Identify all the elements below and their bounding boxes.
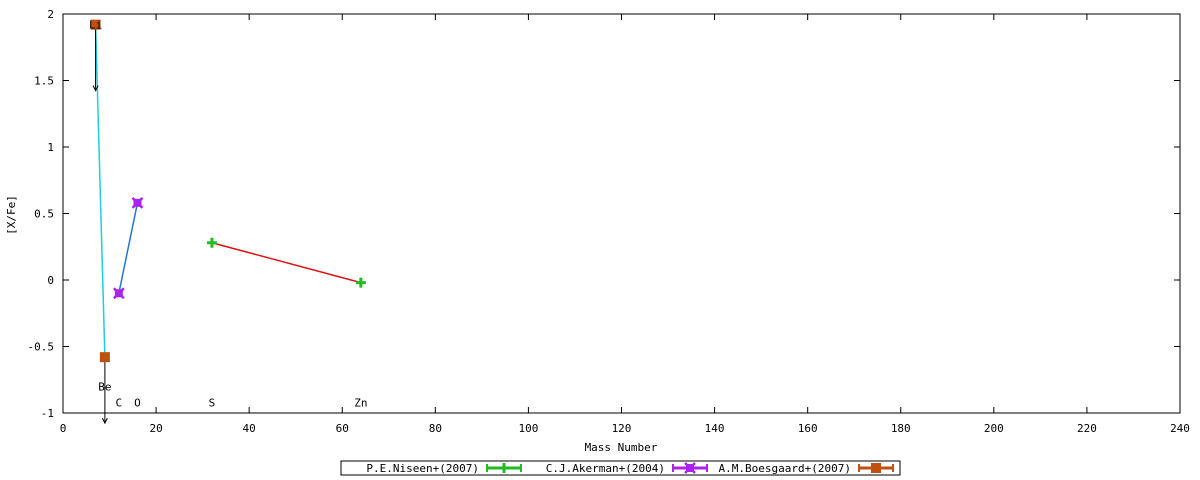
element-label: O bbox=[134, 396, 141, 409]
x-tick-label: 120 bbox=[612, 422, 632, 435]
series-lines bbox=[94, 24, 362, 358]
y-tick-label: 1 bbox=[47, 141, 54, 154]
element-label: Li bbox=[89, 19, 102, 32]
series-markers bbox=[90, 19, 366, 363]
plot-frame bbox=[62, 13, 1181, 414]
series-line bbox=[118, 202, 139, 294]
x-tick-label: 160 bbox=[798, 422, 818, 435]
legend: P.E.Niseen+(2007) C.J.Akerman+(2004) A.M.B… bbox=[340, 460, 901, 476]
y-tick-label: -0.5 bbox=[28, 341, 55, 354]
x-tick-label: 80 bbox=[429, 422, 442, 435]
element-label: Be bbox=[98, 380, 111, 393]
legend-marker bbox=[684, 462, 696, 474]
legend-label: P.E.Niseen+(2007) bbox=[366, 462, 479, 475]
series-line bbox=[94, 24, 106, 358]
upper-limit-arrows bbox=[92, 24, 108, 425]
y-tick-label: 0.5 bbox=[34, 208, 54, 221]
x-tick-label: 220 bbox=[1077, 422, 1097, 435]
x-axis-ticks: 0 20 40 60 80 100 120 140 160 180 200 220 240 bbox=[60, 14, 1190, 435]
x-tick-label: 100 bbox=[518, 422, 538, 435]
marker-square bbox=[99, 352, 110, 363]
x-axis-label: Mass Number bbox=[585, 441, 658, 454]
x-tick-label: 40 bbox=[243, 422, 256, 435]
legend-label: A.M.Boesgaard+(2007) bbox=[719, 462, 851, 475]
x-tick-label: 200 bbox=[984, 422, 1004, 435]
data-point bbox=[206, 237, 217, 248]
x-tick-label: 140 bbox=[705, 422, 725, 435]
plot-area-border bbox=[62, 13, 1181, 414]
data-point bbox=[131, 196, 144, 209]
legend-marker bbox=[871, 463, 881, 473]
element-label: S bbox=[209, 396, 216, 409]
element-labels: Li Be C O S Zn bbox=[89, 19, 368, 410]
y-tick-label: 0 bbox=[47, 274, 54, 287]
data-point bbox=[355, 277, 366, 288]
element-label: Zn bbox=[354, 396, 367, 409]
element-label: C bbox=[116, 396, 123, 409]
y-tick-label: 1.5 bbox=[34, 75, 54, 88]
legend-label: C.J.Akerman+(2004) bbox=[546, 462, 665, 475]
data-point bbox=[112, 287, 125, 300]
x-tick-label: 240 bbox=[1170, 422, 1190, 435]
x-tick-label: 180 bbox=[891, 422, 911, 435]
x-tick-label: 0 bbox=[60, 422, 67, 435]
marker-square bbox=[871, 463, 881, 473]
y-tick-label: -1 bbox=[41, 407, 54, 420]
legend-marker bbox=[499, 463, 509, 473]
y-axis-label: [X/Fe] bbox=[5, 195, 18, 235]
y-tick-label: 2 bbox=[47, 8, 54, 21]
data-point bbox=[99, 352, 110, 363]
y-axis-ticks: -1 -0.5 0 0.5 1 1.5 2 bbox=[28, 8, 1180, 420]
x-tick-label: 60 bbox=[336, 422, 349, 435]
series-line bbox=[211, 242, 362, 284]
x-tick-label: 20 bbox=[149, 422, 162, 435]
chart: 0 20 40 60 80 100 120 140 160 180 200 220 240 -1-0.5… bbox=[5, 8, 1190, 476]
